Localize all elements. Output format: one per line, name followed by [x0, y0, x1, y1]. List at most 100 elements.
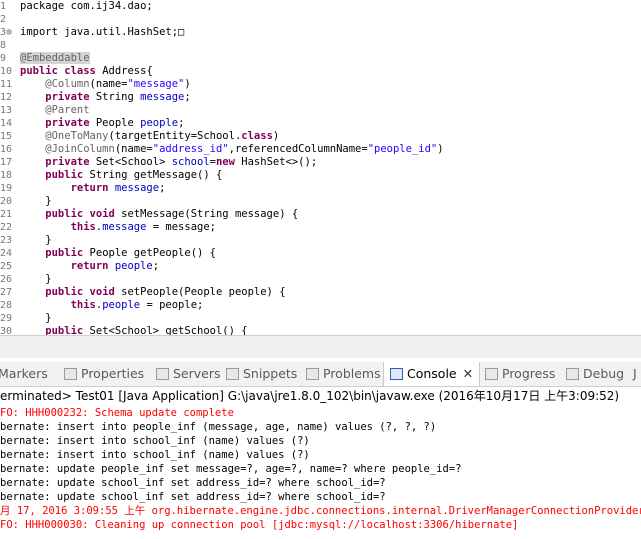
console-line: bernate: insert into school_inf (name) v… [0, 449, 310, 461]
code-text: import java.util.HashSet;□ [20, 26, 184, 39]
code-token: package com.ij34.dao; [20, 0, 153, 12]
code-token: people [102, 299, 141, 311]
code-token: Set<School> [95, 156, 172, 168]
code-token: ; [178, 117, 185, 129]
tab-label: Progress [502, 366, 556, 381]
code-token: ; [184, 91, 191, 103]
line-number: 3⊕ [0, 27, 13, 38]
console-line: bernate: update people_inf set message=?… [0, 463, 462, 475]
tab-label: Debug [583, 366, 625, 381]
code-token: public [20, 169, 90, 181]
code-token: message [114, 182, 160, 194]
code-token: school [171, 156, 210, 168]
line-number: 18 [0, 170, 13, 181]
code-line: 22 this.message = message; [0, 221, 641, 234]
code-token: setPeople(People people) { [121, 286, 286, 298]
code-token: "address_id" [152, 143, 229, 155]
code-token: □ [178, 26, 185, 38]
console-line: 月 17, 2016 3:09:55 上午 org.hibernate.engi… [0, 505, 641, 517]
tab-label: Markers [0, 366, 48, 381]
code-line: 17 private Set<School> school=new HashSe… [0, 156, 641, 169]
code-token: People getPeople() { [89, 247, 216, 259]
code-token: public [20, 65, 65, 77]
code-token: public [20, 325, 90, 335]
code-editor[interactable]: 1 package com.ij34.dao; 2 3⊕ import java.uti… [0, 0, 641, 335]
line-number: 8 [0, 40, 7, 51]
line-number: 2 [0, 14, 7, 25]
code-token: "people_id" [367, 143, 438, 155]
code-token: @Embeddable [20, 52, 90, 64]
code-text: return people; [20, 260, 160, 273]
code-token: private [20, 91, 96, 103]
panel-separator [0, 335, 641, 358]
code-token: people [114, 260, 153, 272]
console-output[interactable]: FO: HHH000232: Schema update complete ber… [0, 406, 641, 539]
code-line: 16 @JoinColumn(name="address_id",referen… [0, 143, 641, 156]
code-line: 11 @Column(name="message") [0, 78, 641, 91]
code-token: @JoinColumn [20, 143, 115, 155]
line-number: 25 [0, 261, 13, 272]
tab-label: Servers [173, 366, 221, 381]
line-number: 22 [0, 222, 13, 233]
code-token: } [20, 234, 52, 246]
tab-progress[interactable]: Progress [485, 362, 555, 386]
code-text: @JoinColumn(name="address_id",referenced… [20, 143, 443, 156]
code-text: public void setMessage(String message) { [20, 208, 298, 221]
code-token: ,referencedColumnName= [228, 143, 368, 155]
code-text: } [20, 312, 52, 325]
code-token: String getMessage() { [89, 169, 223, 181]
code-token: HashSet<>(); [241, 156, 318, 168]
line-number: 26 [0, 274, 13, 285]
tab-label: Properties [81, 366, 145, 381]
code-line: 29 } [0, 312, 641, 325]
console-title: erminated> Test01 [Java Application] G:\… [0, 387, 641, 405]
code-token: Address{ [102, 65, 153, 77]
close-icon[interactable]: ✕ [463, 366, 473, 381]
code-token: public [20, 208, 90, 220]
tab-label: J [633, 366, 637, 381]
code-token: public [20, 286, 90, 298]
tab-properties[interactable]: Properties [64, 362, 144, 386]
code-line: 13 @Parent [0, 104, 641, 117]
line-number: 11 [0, 79, 13, 90]
line-number: 24 [0, 248, 13, 259]
console-line: bernate: insert into people_inf (message… [0, 421, 437, 433]
code-line: 8 [0, 39, 641, 52]
code-line: 26 } [0, 273, 641, 286]
code-token: } [20, 273, 52, 285]
tab-console[interactable]: Console ✕ [383, 362, 481, 386]
tab-servers[interactable]: Servers [156, 362, 221, 386]
code-text: @Parent [20, 104, 89, 117]
code-token: (name= [89, 78, 128, 90]
console-line: FO: HHH000232: Schema update complete [0, 407, 234, 419]
tab-problems[interactable]: Problems [306, 362, 381, 386]
code-token: } [20, 312, 52, 324]
code-token: return [20, 260, 115, 272]
line-number: 20 [0, 196, 13, 207]
line-number: 23 [0, 235, 13, 246]
line-number: 17 [0, 157, 13, 168]
line-number: 14 [0, 118, 13, 129]
code-text: this.message = message; [20, 221, 216, 234]
tab-debug[interactable]: Debug [566, 362, 624, 386]
code-token: (targetEntity=School. [108, 130, 242, 142]
code-line: 14 private People people; [0, 117, 641, 130]
tab-markers[interactable]: Markers [0, 362, 48, 386]
line-number: 10 [0, 66, 13, 77]
code-token: String [95, 91, 141, 103]
tab-snippets[interactable]: Snippets [226, 362, 297, 386]
code-token: = message; [146, 221, 216, 233]
code-text: } [20, 273, 52, 286]
problems-icon [306, 368, 319, 380]
code-text: public People getPeople() { [20, 247, 216, 260]
tab-overflow[interactable]: J [633, 362, 637, 386]
properties-icon [64, 368, 77, 380]
snippets-icon [226, 368, 239, 380]
code-token: new [215, 156, 242, 168]
code-token: this [20, 299, 96, 311]
code-text: @Column(name="message") [20, 78, 190, 91]
console-line: bernate: insert into school_inf (name) v… [0, 435, 310, 447]
line-number: 1 [0, 1, 7, 12]
code-token: void [89, 208, 122, 220]
code-text: public class Address{ [20, 65, 153, 78]
